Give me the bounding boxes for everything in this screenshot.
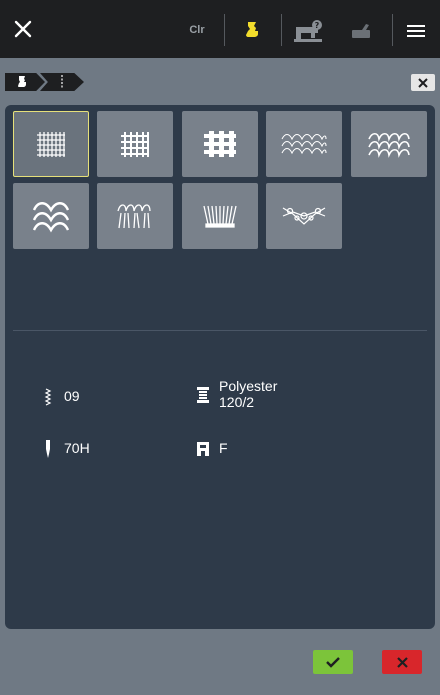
top-bar: Clr ? — [0, 0, 440, 58]
fabric-tile-medium-woven[interactable] — [97, 111, 173, 177]
close-icon[interactable] — [8, 14, 38, 44]
fabric-tile-fine-knit[interactable] — [266, 111, 342, 177]
fabric-selection-panel: 09 Polyester 120/2 70H F — [5, 105, 435, 629]
presser-foot-value: F — [219, 440, 228, 456]
divider — [13, 330, 427, 331]
medium-knit-fabric-icon — [368, 132, 410, 158]
needle-value: 70H — [64, 440, 90, 456]
breadcrumb-stitch[interactable] — [40, 73, 84, 91]
velvet-fabric-icon — [203, 205, 237, 228]
separator — [392, 14, 393, 46]
presser-foot-icon — [17, 76, 27, 88]
needle-icon — [40, 440, 56, 458]
heavy-woven-fabric-icon — [204, 131, 236, 157]
separator — [281, 14, 282, 46]
fabric-tile-velvet[interactable] — [182, 183, 258, 249]
fine-knit-fabric-icon — [281, 133, 327, 155]
stitch-length-value: 09 — [64, 388, 80, 404]
thread-info: Polyester 120/2 — [195, 378, 277, 410]
presser-foot-icon[interactable] — [238, 16, 266, 44]
panel-close-button[interactable] — [411, 74, 435, 91]
thread-weight: 120/2 — [219, 394, 255, 410]
fabric-tile-heavy-woven[interactable] — [182, 111, 258, 177]
separator — [224, 14, 225, 46]
cancel-button[interactable] — [382, 650, 422, 674]
svg-text:?: ? — [315, 21, 320, 30]
fine-woven-fabric-icon — [37, 132, 65, 157]
thread-spool-icon — [195, 386, 211, 404]
fabric-tile-medium-knit[interactable] — [351, 111, 427, 177]
fabric-tile-fine-woven[interactable] — [13, 111, 89, 177]
clear-button[interactable]: Clr — [180, 18, 214, 42]
hamburger-menu-icon[interactable] — [400, 16, 432, 46]
needle-info: 70H — [40, 440, 90, 458]
fabric-tile-heavy-knit[interactable] — [13, 183, 89, 249]
lace-fabric-icon — [282, 207, 326, 225]
confirm-button[interactable] — [313, 650, 353, 674]
sewing-machine-icon[interactable]: ? — [290, 16, 326, 46]
heavy-knit-fabric-icon — [32, 202, 70, 233]
stitch-length-icon — [58, 75, 66, 89]
thread-type: Polyester — [219, 378, 278, 394]
presser-foot-icon — [195, 440, 211, 458]
stitch-length-info: 09 — [40, 388, 80, 406]
close-icon — [396, 656, 408, 668]
stitch-length-icon — [40, 388, 56, 406]
fabric-tile-lace[interactable] — [266, 183, 342, 249]
fabric-tile-fleece[interactable] — [97, 183, 173, 249]
medium-woven-fabric-icon — [121, 132, 149, 157]
fleece-fabric-icon — [117, 204, 151, 229]
breadcrumb-presser-foot[interactable] — [5, 73, 45, 91]
presser-foot-info: F — [195, 440, 228, 458]
check-icon — [326, 657, 340, 668]
bobbin-winder-icon[interactable] — [346, 18, 376, 44]
